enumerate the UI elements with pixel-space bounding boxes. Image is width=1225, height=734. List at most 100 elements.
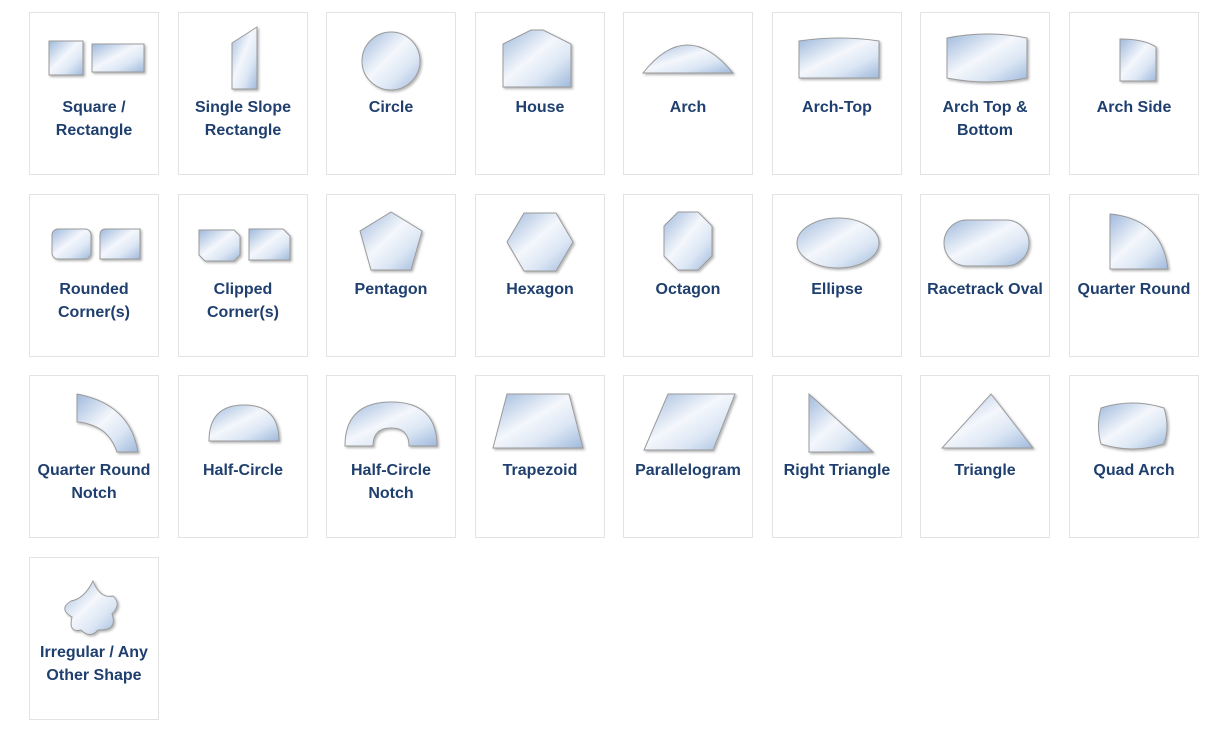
shape-card-square-rectangle[interactable]: Square / Rectangle bbox=[29, 12, 159, 175]
pentagon-icon bbox=[327, 195, 455, 275]
shape-label-line: Notch bbox=[71, 485, 117, 502]
shape-label: Hexagon bbox=[476, 278, 604, 301]
trapezoid-icon bbox=[476, 376, 604, 456]
arch-side-icon bbox=[1070, 13, 1198, 93]
arch-top-icon bbox=[773, 13, 901, 93]
shape-card-quarter-round-notch[interactable]: Quarter Round Notch bbox=[29, 375, 159, 538]
hexagon-icon bbox=[476, 195, 604, 275]
shape-label-line: Other Shape bbox=[46, 667, 142, 684]
square-rectangle-icon bbox=[30, 13, 158, 93]
shape-card-half-circle-notch[interactable]: Half-Circle Notch bbox=[326, 375, 456, 538]
shape-card-clipped-corners[interactable]: Clipped Corner(s) bbox=[178, 194, 308, 357]
shape-label: Quad Arch bbox=[1070, 459, 1198, 482]
shape-label: House bbox=[476, 96, 604, 119]
shape-card-racetrack-oval[interactable]: Racetrack Oval bbox=[920, 194, 1050, 357]
shape-label: Square / Rectangle bbox=[30, 96, 158, 142]
clipped-corners-icon bbox=[179, 195, 307, 275]
shape-card-single-slope-rectangle[interactable]: Single Slope Rectangle bbox=[178, 12, 308, 175]
house-icon bbox=[476, 13, 604, 93]
shape-label: Arch-Top bbox=[773, 96, 901, 119]
shape-card-arch-top-bottom[interactable]: Arch Top & Bottom bbox=[920, 12, 1050, 175]
shape-label-line: Pentagon bbox=[354, 281, 428, 298]
shape-card-pentagon[interactable]: Pentagon bbox=[326, 194, 456, 357]
shape-label-line: Quarter Round bbox=[37, 462, 151, 479]
shape-label-line: Rounded bbox=[59, 281, 129, 298]
shape-label-line: Corner(s) bbox=[57, 304, 130, 321]
shape-label: Rounded Corner(s) bbox=[30, 278, 158, 324]
octagon-icon bbox=[624, 195, 752, 275]
shape-label-line: Arch-Top bbox=[802, 99, 872, 116]
shape-card-quad-arch[interactable]: Quad Arch bbox=[1069, 375, 1199, 538]
racetrack-oval-icon bbox=[921, 195, 1049, 275]
shape-label-line: Arch bbox=[669, 99, 707, 116]
shape-card-house[interactable]: House bbox=[475, 12, 605, 175]
shape-label: Trapezoid bbox=[476, 459, 604, 482]
single-slope-rectangle-icon bbox=[179, 13, 307, 93]
shape-label: Quarter Round Notch bbox=[30, 459, 158, 505]
half-circle-notch-icon bbox=[327, 376, 455, 456]
shape-label-line: Half-Circle bbox=[202, 462, 284, 479]
shape-label-line: Right Triangle bbox=[783, 462, 891, 479]
shape-label-line: Notch bbox=[368, 485, 414, 502]
shape-card-octagon[interactable]: Octagon bbox=[623, 194, 753, 357]
shape-label-line: Half-Circle bbox=[350, 462, 432, 479]
shape-label-line: Hexagon bbox=[506, 281, 574, 298]
shape-label: Single Slope Rectangle bbox=[179, 96, 307, 142]
arch-icon bbox=[624, 13, 752, 93]
shape-label-line: Single Slope bbox=[194, 99, 291, 116]
shape-label: Right Triangle bbox=[773, 459, 901, 482]
shape-label: Arch bbox=[624, 96, 752, 119]
shape-label: Half-Circle Notch bbox=[327, 459, 455, 505]
parallelogram-icon bbox=[624, 376, 752, 456]
shape-label-line: Octagon bbox=[655, 281, 721, 298]
shape-label-line: Arch Side bbox=[1096, 99, 1172, 116]
shape-label-line: Rectangle bbox=[55, 122, 133, 139]
shape-label: Parallelogram bbox=[624, 459, 752, 482]
shape-label-line: House bbox=[515, 99, 565, 116]
shape-card-rounded-corners[interactable]: Rounded Corner(s) bbox=[29, 194, 159, 357]
shape-card-quarter-round[interactable]: Quarter Round bbox=[1069, 194, 1199, 357]
shape-label: Racetrack Oval bbox=[921, 278, 1049, 301]
shape-label: Half-Circle bbox=[179, 459, 307, 482]
shape-label-line: Bottom bbox=[957, 122, 1013, 139]
shape-label: Irregular / Any Other Shape bbox=[30, 641, 158, 687]
shape-label-line: Triangle bbox=[954, 462, 1016, 479]
shape-label: Circle bbox=[327, 96, 455, 119]
shape-card-circle[interactable]: Circle bbox=[326, 12, 456, 175]
irregular-shape-icon bbox=[30, 558, 158, 638]
shape-card-half-circle[interactable]: Half-Circle bbox=[178, 375, 308, 538]
shape-card-hexagon[interactable]: Hexagon bbox=[475, 194, 605, 357]
shape-label: Octagon bbox=[624, 278, 752, 301]
shape-label-line: Ellipse bbox=[811, 281, 863, 298]
shape-card-arch-top[interactable]: Arch-Top bbox=[772, 12, 902, 175]
shape-label-line: Rectangle bbox=[204, 122, 282, 139]
ellipse-icon bbox=[773, 195, 901, 275]
shape-card-parallelogram[interactable]: Parallelogram bbox=[623, 375, 753, 538]
shape-card-arch[interactable]: Arch bbox=[623, 12, 753, 175]
shape-label-line: Circle bbox=[368, 99, 414, 116]
shape-card-right-triangle[interactable]: Right Triangle bbox=[772, 375, 902, 538]
shape-label-line: Trapezoid bbox=[502, 462, 578, 479]
rounded-corners-icon bbox=[30, 195, 158, 275]
shape-label-line: Arch Top & bbox=[942, 99, 1028, 116]
triangle-icon bbox=[921, 376, 1049, 456]
circle-icon bbox=[327, 13, 455, 93]
shape-card-arch-side[interactable]: Arch Side bbox=[1069, 12, 1199, 175]
quad-arch-icon bbox=[1070, 376, 1198, 456]
shape-label-line: Irregular / Any bbox=[40, 644, 148, 661]
shape-card-ellipse[interactable]: Ellipse bbox=[772, 194, 902, 357]
shape-card-irregular[interactable]: Irregular / Any Other Shape bbox=[29, 557, 159, 720]
shape-label: Arch Top & Bottom bbox=[921, 96, 1049, 142]
shape-label: Clipped Corner(s) bbox=[179, 278, 307, 324]
quarter-round-notch-icon bbox=[30, 376, 158, 456]
shape-label-line: Quarter Round bbox=[1077, 281, 1191, 298]
shape-label: Triangle bbox=[921, 459, 1049, 482]
quarter-round-icon bbox=[1070, 195, 1198, 275]
shape-label: Pentagon bbox=[327, 278, 455, 301]
shape-label-line: Square / bbox=[62, 99, 126, 116]
shape-card-triangle[interactable]: Triangle bbox=[920, 375, 1050, 538]
arch-top-bottom-icon bbox=[921, 13, 1049, 93]
shape-label: Quarter Round bbox=[1070, 278, 1198, 301]
half-circle-icon bbox=[179, 376, 307, 456]
shape-card-trapezoid[interactable]: Trapezoid bbox=[475, 375, 605, 538]
